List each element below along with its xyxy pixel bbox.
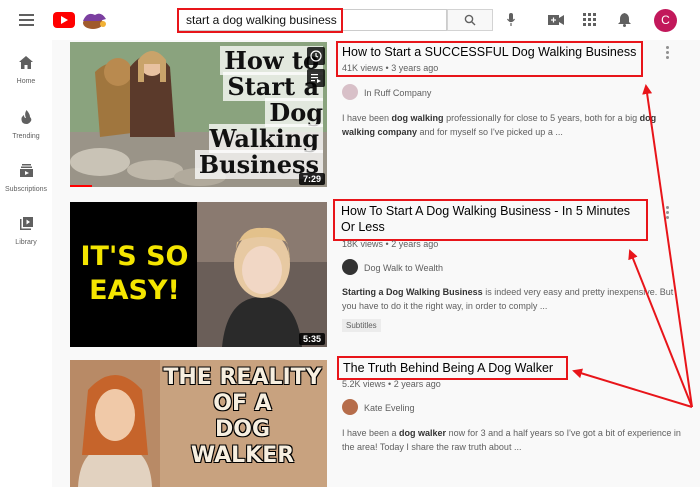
annotation-arrows [572,84,693,408]
